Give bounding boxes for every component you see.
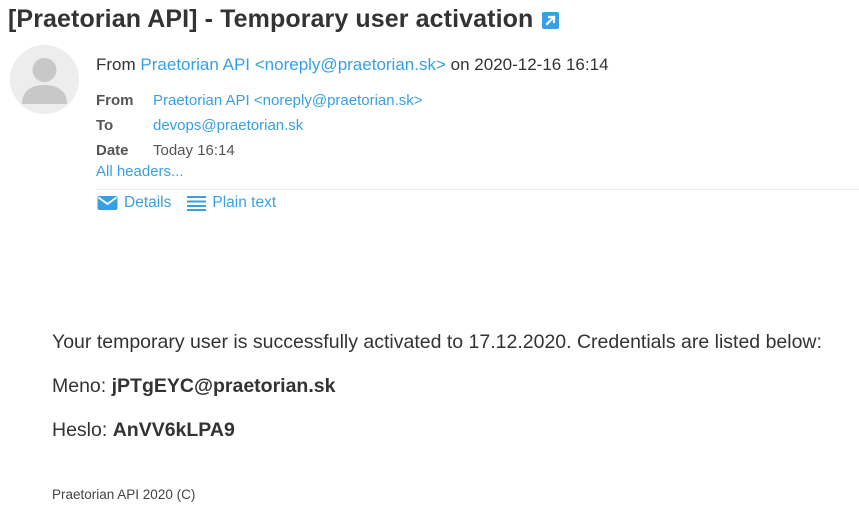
sender-avatar — [10, 45, 79, 114]
header-from-link[interactable]: Praetorian API <noreply@praetorian.sk> — [153, 92, 423, 109]
all-headers-link[interactable]: All headers... — [96, 163, 184, 180]
header-row-to: To devops@praetorian.sk — [96, 113, 423, 138]
header-row-date: Date Today 16:14 — [96, 138, 423, 163]
from-prefix: From — [96, 55, 136, 74]
header-date-value: Today 16:14 — [153, 142, 235, 159]
plain-text-link[interactable]: Plain text — [187, 194, 276, 212]
subject-text: [Praetorian API] - Temporary user activa… — [8, 5, 534, 33]
message-datetime: 2020-12-16 16:14 — [474, 55, 609, 74]
open-in-new-window-icon[interactable] — [542, 12, 560, 29]
user-silhouette-icon — [22, 58, 67, 104]
username-value: jPTgEYC@praetorian.sk — [111, 375, 336, 397]
details-label: Details — [124, 194, 172, 211]
plain-text-label: Plain text — [212, 194, 277, 211]
username-line: Meno: jPTgEYC@praetorian.sk — [52, 375, 822, 419]
message-subject: [Praetorian API] - Temporary user activa… — [8, 5, 560, 34]
message-footer: Praetorian API 2020 (C) — [52, 487, 196, 502]
on-word: on — [450, 55, 470, 74]
lines-icon — [187, 196, 207, 211]
message-body: Your temporary user is successfully acti… — [52, 331, 822, 442]
header-divider — [96, 189, 859, 190]
view-mode-links: Details Plain text — [97, 194, 292, 212]
header-to-label: To — [96, 117, 114, 134]
envelope-icon — [97, 196, 118, 210]
header-date-label: Date — [96, 142, 129, 159]
header-row-from: From Praetorian API <noreply@praetorian.… — [96, 88, 423, 113]
password-value: AnVV6kLPA9 — [112, 419, 235, 441]
sender-summary: From Praetorian API <noreply@praetorian.… — [96, 55, 609, 75]
sender-link[interactable]: Praetorian API <noreply@praetorian.sk> — [140, 55, 446, 74]
password-line: Heslo: AnVV6kLPA9 — [52, 419, 822, 442]
username-label: Meno: — [52, 375, 107, 397]
details-link[interactable]: Details — [97, 194, 171, 212]
password-label: Heslo: — [52, 419, 108, 441]
message-headers: From Praetorian API <noreply@praetorian.… — [96, 88, 423, 163]
header-from-label: From — [96, 92, 134, 109]
header-to-link[interactable]: devops@praetorian.sk — [153, 117, 303, 134]
activation-text: Your temporary user is successfully acti… — [52, 331, 822, 353]
